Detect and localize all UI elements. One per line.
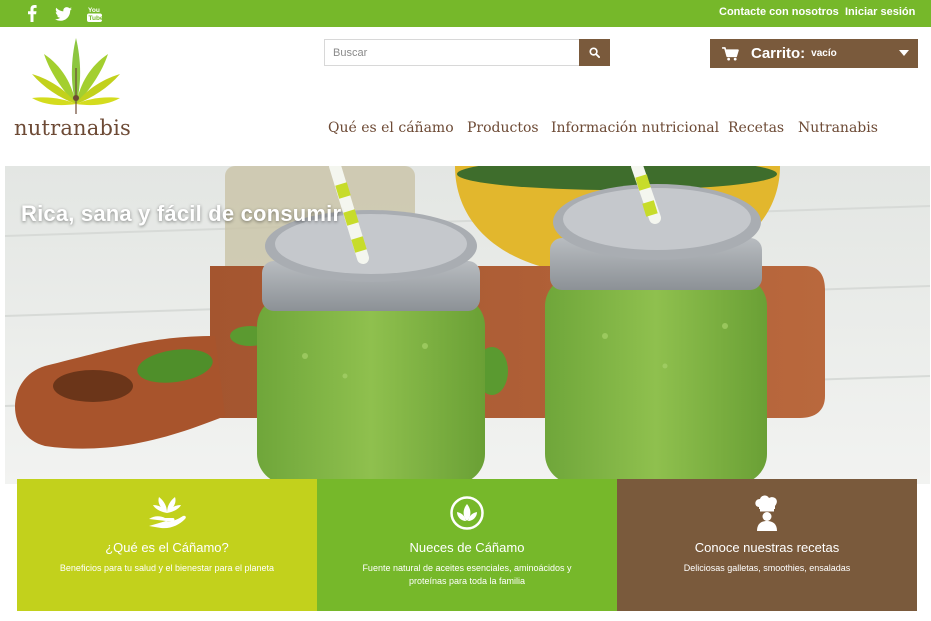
leaf-circle-icon — [317, 495, 617, 531]
feature-title: Nueces de Cáñamo — [409, 540, 525, 555]
logo-text: nutranabis — [14, 116, 132, 140]
svg-text:Tube: Tube — [88, 15, 102, 22]
search-box — [324, 39, 610, 66]
cart-button[interactable]: Carrito: vacío — [710, 39, 918, 68]
nav-item-que-es[interactable]: Qué es el cáñamo — [328, 120, 454, 136]
feature-description: Deliciosas galletas, smoothies, ensalada… — [683, 563, 851, 573]
youtube-icon[interactable]: You Tube — [85, 4, 103, 23]
cart-label: Carrito: — [751, 45, 806, 62]
twitter-icon[interactable] — [53, 4, 73, 23]
hemp-leaf-logo-icon — [32, 38, 120, 114]
cart-icon — [722, 46, 739, 61]
hand-plant-icon — [17, 495, 317, 531]
facebook-icon[interactable] — [24, 4, 40, 23]
top-bar: You Tube Contacte con nosotros Iniciar s… — [0, 0, 931, 27]
nav-item-productos[interactable]: Productos — [467, 120, 539, 136]
feature-description: Fuente natural de aceites esenciales, am… — [362, 563, 572, 586]
chevron-down-icon — [899, 50, 909, 56]
nav-item-nutranabis[interactable]: Nutranabis — [798, 120, 878, 136]
chef-icon — [617, 495, 917, 531]
login-link[interactable]: Iniciar sesión — [845, 6, 915, 18]
hero-banner: Rica, sana y fácil de consumir — [5, 166, 930, 484]
feature-title: ¿Qué es el Cáñamo? — [105, 540, 229, 555]
nav-item-recetas[interactable]: Recetas — [728, 120, 784, 136]
logo[interactable]: nutranabis — [14, 36, 138, 144]
feature-nueces-canamo[interactable]: Nueces de Cáñamo Fuente natural de aceit… — [317, 479, 617, 611]
feature-recetas[interactable]: Conoce nuestras recetas Deliciosas galle… — [617, 479, 917, 611]
cart-status: vacío — [811, 48, 837, 59]
svg-text:You: You — [88, 7, 100, 14]
nav-item-informacion[interactable]: Información nutricional — [551, 120, 719, 136]
hero-title: Rica, sana y fácil de consumir — [21, 201, 342, 226]
feature-description: Beneficios para tu salud y el bienestar … — [59, 563, 275, 573]
feature-que-es-canamo[interactable]: ¿Qué es el Cáñamo? Beneficios para tu sa… — [17, 479, 317, 611]
search-button[interactable] — [579, 39, 610, 66]
search-input[interactable] — [325, 40, 580, 65]
contact-link[interactable]: Contacte con nosotros — [719, 6, 839, 18]
search-icon — [589, 47, 600, 58]
feature-title: Conoce nuestras recetas — [694, 540, 840, 555]
